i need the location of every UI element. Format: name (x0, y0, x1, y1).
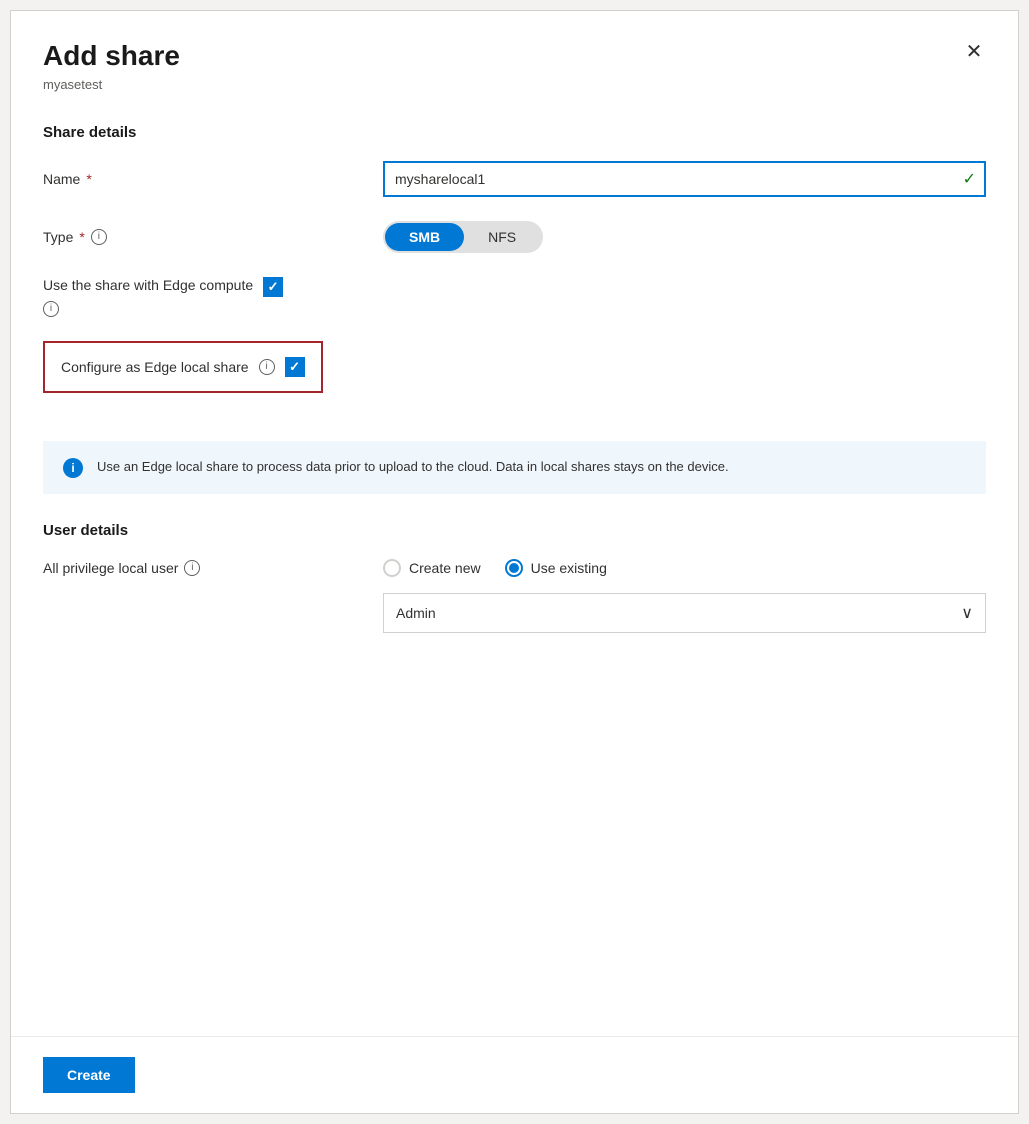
name-row: Name * ✓ (43, 161, 986, 197)
name-input-wrapper: ✓ (383, 161, 986, 197)
user-details-section: User details All privilege local user i … (43, 522, 986, 633)
edge-local-row: Configure as Edge local share i ✓ (43, 341, 323, 393)
privilege-info-icon[interactable]: i (184, 560, 200, 576)
admin-dropdown-wrapper: Admin ∨ (383, 593, 986, 633)
close-icon: ✕ (966, 39, 983, 64)
edge-compute-info-icon[interactable]: i (43, 301, 59, 317)
type-required-star: * (79, 229, 84, 245)
edge-local-checkbox[interactable]: ✓ (285, 357, 305, 377)
type-info-icon[interactable]: i (91, 229, 107, 245)
edge-compute-section: Use the share with Edge compute ✓ i (43, 277, 986, 317)
add-share-dialog: Add share myasetest ✕ Share details Name… (10, 10, 1019, 1114)
share-details-section-title: Share details (43, 124, 986, 141)
use-existing-label: Use existing (531, 560, 607, 576)
create-new-label: Create new (409, 560, 481, 576)
edge-compute-label: Use the share with Edge compute (43, 277, 253, 293)
smb-option[interactable]: SMB (385, 223, 464, 251)
admin-dropdown-value: Admin (396, 605, 436, 621)
use-existing-radio-circle (505, 559, 523, 577)
info-banner: i Use an Edge local share to process dat… (43, 441, 986, 494)
type-row: Type * i SMB NFS (43, 221, 986, 253)
create-new-radio[interactable]: Create new (383, 559, 481, 577)
dialog-body: Share details Name * ✓ Type * i (11, 100, 1018, 1036)
edge-local-checkmark: ✓ (289, 359, 300, 375)
user-radio-group: Create new Use existing (383, 559, 607, 577)
dialog-title: Add share (43, 39, 986, 73)
edge-compute-checkmark: ✓ (268, 279, 279, 295)
create-new-radio-circle (383, 559, 401, 577)
privilege-label: All privilege local user i (43, 560, 383, 576)
name-input[interactable] (383, 161, 986, 197)
info-banner-icon-letter: i (71, 461, 74, 475)
nfs-option[interactable]: NFS (464, 223, 540, 251)
name-required-star: * (86, 171, 91, 187)
dialog-subtitle: myasetest (43, 77, 986, 92)
edge-compute-row: Use the share with Edge compute ✓ (43, 277, 986, 297)
edge-local-label: Configure as Edge local share (61, 359, 249, 375)
privilege-user-row: All privilege local user i Create new Us… (43, 559, 986, 577)
name-label: Name * (43, 171, 383, 187)
edge-compute-info: i (43, 301, 986, 317)
edge-local-info-icon[interactable]: i (259, 359, 275, 375)
type-toggle-group: SMB NFS (383, 221, 986, 253)
name-input-container: ✓ (383, 161, 986, 197)
edge-compute-checkbox[interactable]: ✓ (263, 277, 283, 297)
dialog-header: Add share myasetest ✕ (11, 11, 1018, 100)
name-valid-icon: ✓ (963, 169, 976, 189)
smb-nfs-toggle: SMB NFS (383, 221, 543, 253)
use-existing-radio[interactable]: Use existing (505, 559, 607, 577)
close-button[interactable]: ✕ (958, 35, 990, 67)
admin-dropdown[interactable]: Admin ∨ (383, 593, 986, 633)
user-details-section-title: User details (43, 522, 986, 539)
type-label: Type * i (43, 229, 383, 245)
info-banner-text: Use an Edge local share to process data … (97, 457, 729, 478)
create-button[interactable]: Create (43, 1057, 135, 1093)
dialog-footer: Create (11, 1036, 1018, 1113)
edge-local-section: Configure as Edge local share i ✓ (43, 341, 986, 417)
dropdown-chevron-icon: ∨ (961, 603, 973, 623)
info-banner-icon: i (63, 458, 83, 478)
